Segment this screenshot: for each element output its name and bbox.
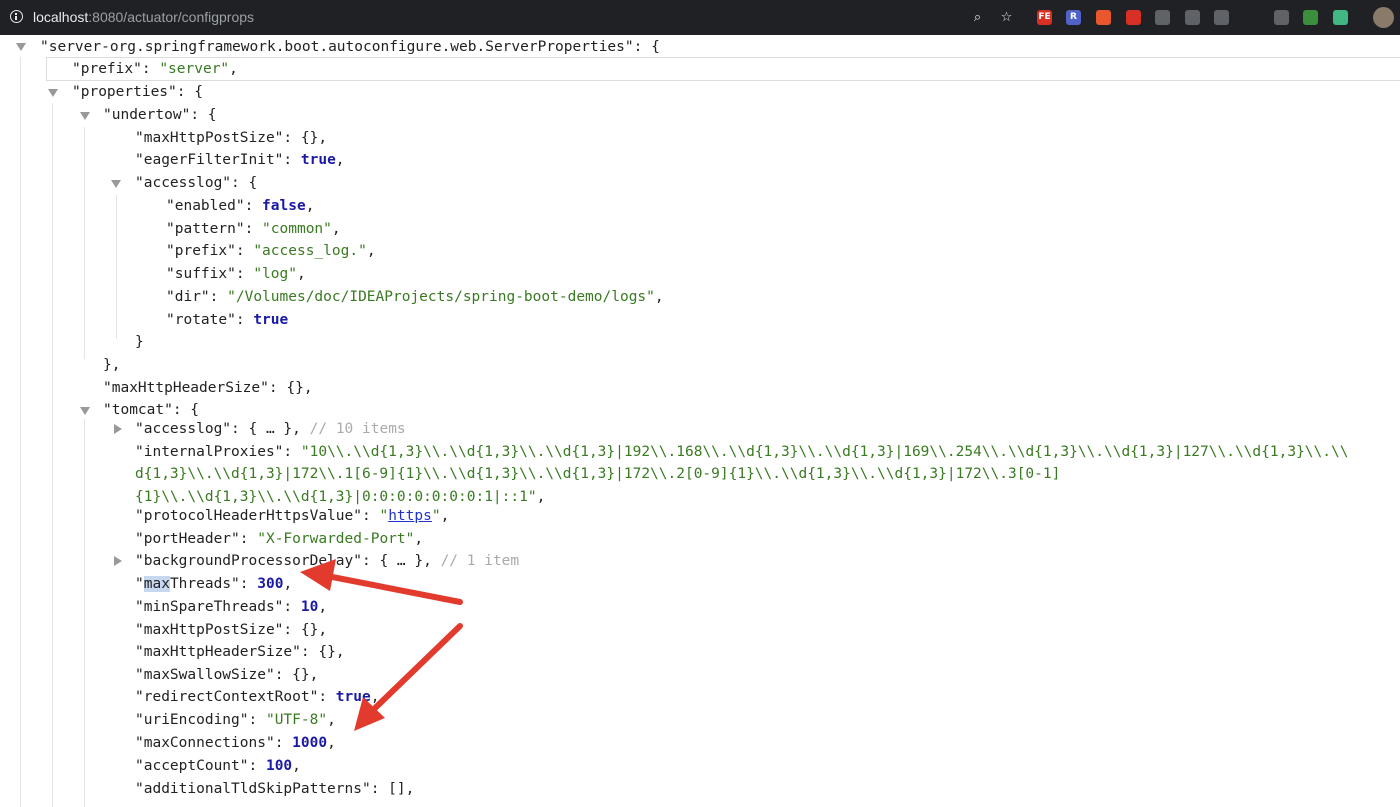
- annotation-arrow-shaft: [319, 572, 463, 605]
- address-bar[interactable]: localhost:8080/actuator/configprops: [33, 9, 254, 25]
- zoom-icon[interactable]: ⌕: [969, 9, 986, 26]
- url-path: :8080/actuator/configprops: [88, 9, 255, 25]
- fe-helper-icon[interactable]: FE: [1037, 10, 1052, 25]
- octocat-icon[interactable]: [1185, 10, 1200, 25]
- json-viewer: "server-org.springframework.boot.autocon…: [0, 35, 1400, 807]
- gauge-icon[interactable]: [1274, 10, 1289, 25]
- leaf-icon[interactable]: [1303, 10, 1318, 25]
- bookmark-star-icon[interactable]: ☆: [998, 9, 1015, 26]
- map-pin-icon[interactable]: [1096, 10, 1111, 25]
- url-host: localhost: [33, 9, 89, 25]
- annotation-overlay: [300, 559, 463, 731]
- annotation-arrow-head: [300, 559, 336, 591]
- site-info-icon[interactable]: [10, 10, 23, 23]
- annotation-arrow-shaft: [369, 623, 463, 714]
- hand-stop-icon[interactable]: [1126, 10, 1141, 25]
- profile-avatar[interactable]: [1373, 7, 1394, 28]
- browser-toolbar: localhost:8080/actuator/configprops ⌕ ☆ …: [0, 0, 1400, 35]
- chat-bubble-icon[interactable]: [1155, 10, 1170, 25]
- dot-icon[interactable]: [1244, 10, 1259, 25]
- vue-icon[interactable]: [1333, 10, 1348, 25]
- shield-icon[interactable]: [1214, 10, 1229, 25]
- extension-r-icon[interactable]: R: [1066, 10, 1081, 25]
